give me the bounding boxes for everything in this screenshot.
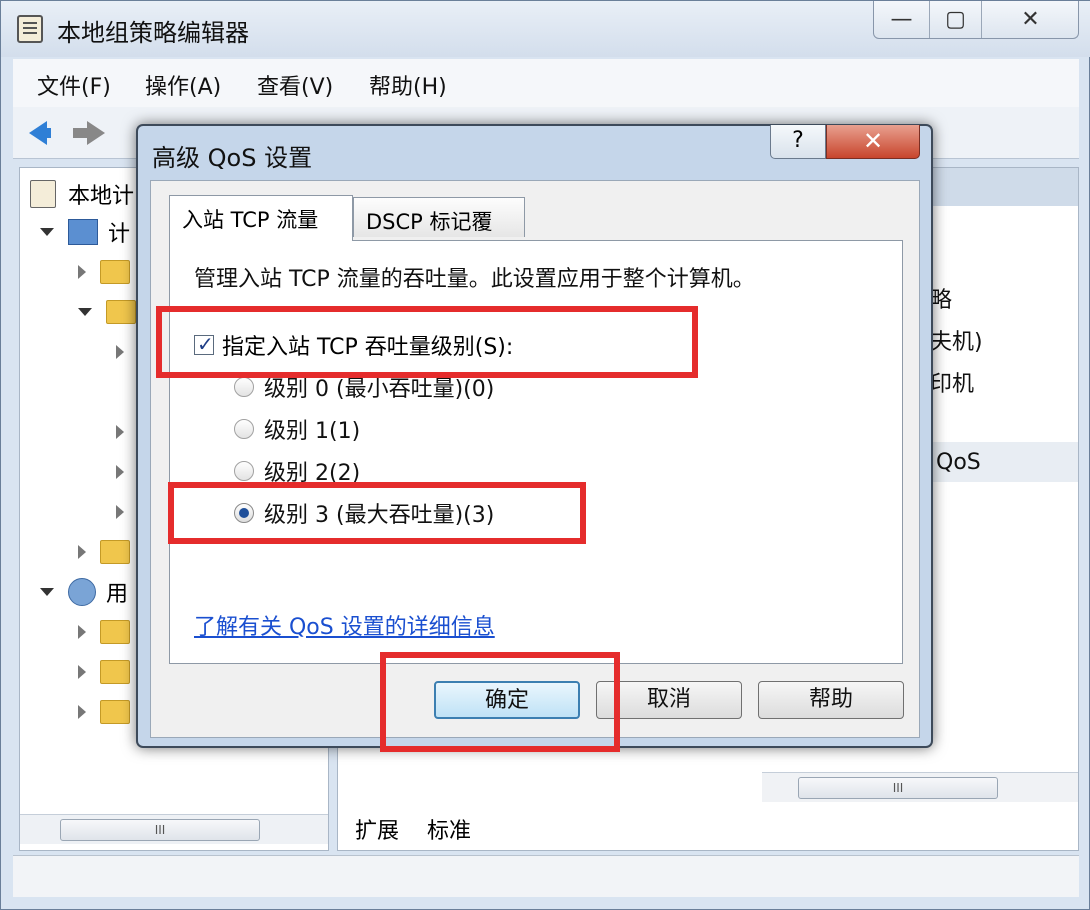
tab-dscp-override[interactable]: DSCP 标记覆盖 bbox=[353, 197, 525, 264]
collapse-icon[interactable] bbox=[116, 425, 124, 439]
user-icon bbox=[68, 578, 96, 606]
tree-folder[interactable] bbox=[78, 252, 130, 292]
throughput-checkbox[interactable] bbox=[194, 332, 214, 356]
radio-label: 级别 0 (最小吞吐量)(0) bbox=[264, 377, 495, 402]
expand-icon[interactable] bbox=[40, 228, 54, 236]
scrollbar-thumb[interactable]: III bbox=[798, 777, 998, 799]
tree-folder[interactable] bbox=[78, 612, 130, 652]
folder-icon bbox=[106, 300, 136, 324]
details-text: 略 bbox=[930, 288, 953, 313]
radio-level-0[interactable]: 级别 0 (最小吞吐量)(0) bbox=[234, 371, 494, 403]
dialog-close-button[interactable]: ✕ bbox=[826, 125, 920, 159]
tab-panel: 管理入站 TCP 流量的吞吐量。此设置应用于整个计算机。 指定入站 TCP 吞吐… bbox=[169, 240, 903, 664]
qos-help-link[interactable]: 了解有关 QoS 设置的详细信息 bbox=[194, 609, 495, 641]
tree-root[interactable]: 本地计 bbox=[30, 174, 134, 214]
cancel-button[interactable]: 取消 bbox=[596, 681, 742, 719]
description-text: 管理入站 TCP 流量的吞吐量。此设置应用于整个计算机。 bbox=[194, 267, 755, 292]
details-horizontal-scrollbar[interactable]: III bbox=[762, 772, 1078, 802]
tree-user-label: 用 bbox=[106, 582, 129, 607]
tab-extended[interactable]: 扩展 bbox=[355, 813, 399, 845]
tree-subitem[interactable] bbox=[116, 452, 124, 492]
expand-icon[interactable] bbox=[40, 588, 54, 596]
collapse-icon[interactable] bbox=[78, 625, 86, 639]
radio-label: 级别 1(1) bbox=[264, 419, 361, 444]
tree-folder[interactable] bbox=[78, 652, 130, 692]
policy-editor-icon bbox=[17, 15, 43, 43]
tree-root-label: 本地计 bbox=[68, 184, 135, 209]
computer-icon bbox=[68, 219, 98, 245]
details-text: 印机 bbox=[930, 372, 975, 397]
collapse-icon[interactable] bbox=[116, 505, 124, 519]
collapse-icon[interactable] bbox=[78, 705, 86, 719]
qos-settings-dialog: 高级 QoS 设置 ? ✕ 入站 TCP 流量 DSCP 标记覆盖 管理入站 T… bbox=[136, 124, 933, 748]
forward-arrow-icon[interactable] bbox=[73, 121, 105, 145]
tree-subitem[interactable] bbox=[116, 492, 124, 532]
status-bar bbox=[13, 855, 1079, 897]
tab-standard[interactable]: 标准 bbox=[427, 813, 471, 845]
checkbox-label: 指定入站 TCP 吞吐量级别(S): bbox=[222, 335, 514, 360]
dialog-title: 高级 QoS 设置 bbox=[152, 144, 313, 172]
view-tabs: 扩展 标准 bbox=[341, 809, 501, 851]
folder-icon bbox=[100, 660, 130, 684]
radio-level-1[interactable]: 级别 1(1) bbox=[234, 413, 360, 445]
details-text: QoS bbox=[936, 450, 981, 475]
help-dialog-button[interactable]: 帮助 bbox=[758, 681, 904, 719]
collapse-icon[interactable] bbox=[78, 665, 86, 679]
collapse-icon[interactable] bbox=[116, 465, 124, 479]
menu-bar: 文件(F) 操作(A) 查看(V) 帮助(H) bbox=[13, 59, 1079, 107]
radio-label: 级别 2(2) bbox=[264, 461, 361, 486]
tree-folder[interactable] bbox=[78, 532, 130, 572]
collapse-icon[interactable] bbox=[78, 265, 86, 279]
tree-user[interactable]: 用 bbox=[40, 572, 128, 612]
maximize-button[interactable]: ▢ bbox=[930, 1, 982, 38]
help-button[interactable]: ? bbox=[770, 125, 826, 159]
tree-horizontal-scrollbar[interactable]: III bbox=[20, 814, 328, 844]
menu-view[interactable]: 查看(V) bbox=[257, 69, 333, 101]
radio-button[interactable] bbox=[234, 377, 254, 397]
radio-level-2[interactable]: 级别 2(2) bbox=[234, 455, 360, 487]
radio-button-selected[interactable] bbox=[234, 503, 254, 523]
tab-inbound-tcp[interactable]: 入站 TCP 流量 bbox=[169, 195, 353, 241]
tree-folder[interactable] bbox=[78, 292, 136, 332]
radio-button[interactable] bbox=[234, 461, 254, 481]
collapse-icon[interactable] bbox=[78, 545, 86, 559]
tree-subitem[interactable] bbox=[116, 332, 124, 372]
tree-subitem[interactable] bbox=[116, 412, 124, 452]
details-text: 夫机) bbox=[930, 330, 983, 355]
folder-icon bbox=[100, 620, 130, 644]
tree-computer-label: 计 bbox=[108, 222, 131, 247]
throughput-checkbox-row[interactable]: 指定入站 TCP 吞吐量级别(S): bbox=[194, 329, 513, 361]
folder-icon bbox=[100, 700, 130, 724]
ok-button[interactable]: 确定 bbox=[434, 681, 580, 719]
policy-icon bbox=[30, 180, 56, 208]
menu-file[interactable]: 文件(F) bbox=[37, 69, 111, 101]
window-title: 本地组策略编辑器 bbox=[57, 19, 249, 47]
radio-label: 级别 3 (最大吞吐量)(3) bbox=[264, 503, 495, 528]
tree-folder[interactable] bbox=[78, 692, 130, 732]
minimize-button[interactable]: — bbox=[874, 1, 930, 38]
menu-action[interactable]: 操作(A) bbox=[145, 69, 221, 101]
dialog-body: 入站 TCP 流量 DSCP 标记覆盖 管理入站 TCP 流量的吞吐量。此设置应… bbox=[150, 180, 920, 738]
radio-level-3[interactable]: 级别 3 (最大吞吐量)(3) bbox=[234, 497, 494, 529]
title-bar: 本地组策略编辑器 — ▢ ✕ bbox=[1, 1, 1090, 57]
caption-buttons: — ▢ ✕ bbox=[873, 1, 1079, 39]
menu-help[interactable]: 帮助(H) bbox=[369, 69, 447, 101]
folder-icon bbox=[100, 540, 130, 564]
expand-icon[interactable] bbox=[78, 308, 92, 316]
scrollbar-thumb[interactable]: III bbox=[60, 819, 260, 841]
tree-computer[interactable]: 计 bbox=[40, 212, 130, 252]
close-button[interactable]: ✕ bbox=[982, 1, 1079, 38]
radio-button[interactable] bbox=[234, 419, 254, 439]
back-arrow-icon[interactable] bbox=[29, 121, 51, 145]
folder-icon bbox=[100, 260, 130, 284]
collapse-icon[interactable] bbox=[116, 345, 124, 359]
